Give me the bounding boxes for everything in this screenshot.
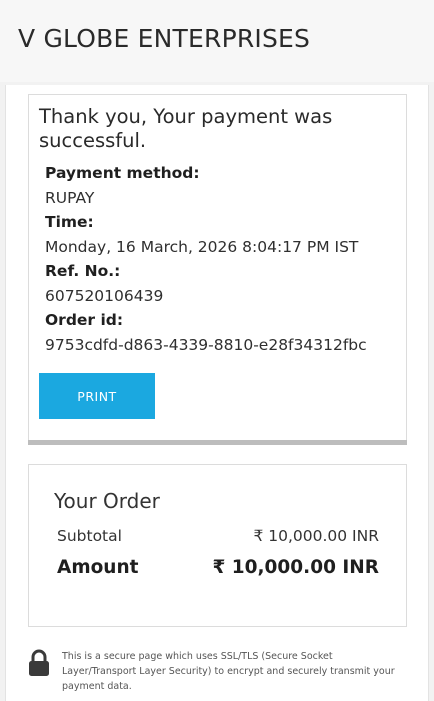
ref-no-label: Ref. No.: [45, 262, 121, 280]
time-label: Time: [45, 213, 94, 231]
success-message: Thank you, Your payment was successful. [39, 105, 333, 152]
payment-receipt-card: Thank you, Your payment was successful. … [28, 94, 407, 444]
subtotal-label: Subtotal [57, 527, 122, 545]
payment-details: Payment method: RUPAY Time: Monday, 16 M… [45, 161, 400, 357]
receipt-divider [28, 440, 407, 445]
payment-success-page: V GLOBE ENTERPRISES Thank you, Your paym… [0, 0, 434, 701]
amount-value: ₹ 10,000.00 INR [212, 557, 379, 578]
print-button[interactable]: PRINT [39, 373, 155, 419]
secure-notice: This is a secure page which uses SSL/TLS… [28, 647, 408, 692]
merchant-name: V GLOBE ENTERPRISES [18, 24, 311, 53]
payment-method-value: RUPAY [45, 188, 95, 207]
amount-label: Amount [57, 557, 139, 578]
lock-icon [29, 649, 49, 676]
order-id-label: Order id: [45, 311, 124, 329]
order-summary-card: Your Order Subtotal ₹ 10,000.00 INR Amou… [28, 464, 407, 627]
order-id-value: 9753cdfd-d863-4339-8810-e28f34312fbc [45, 335, 367, 354]
payment-method-label: Payment method: [45, 164, 200, 182]
subtotal-value: ₹ 10,000.00 INR [253, 527, 379, 545]
time-value: Monday, 16 March, 2026 8:04:17 PM IST [45, 237, 359, 256]
order-title: Your Order [54, 489, 160, 513]
secure-notice-text: This is a secure page which uses SSL/TLS… [62, 651, 395, 692]
content-panel: Thank you, Your payment was successful. … [5, 85, 429, 701]
header: V GLOBE ENTERPRISES [0, 0, 434, 82]
ref-no-value: 607520106439 [45, 286, 164, 305]
